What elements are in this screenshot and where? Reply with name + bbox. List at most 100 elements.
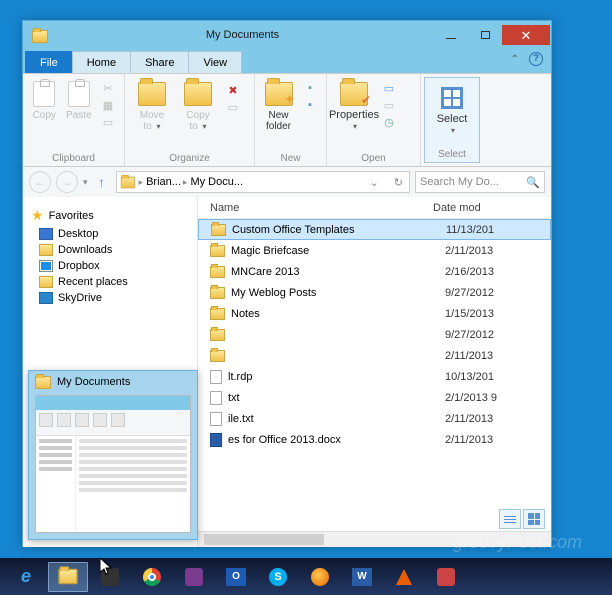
- file-icon: [210, 370, 222, 384]
- desktop-icon: [39, 228, 53, 240]
- recent-icon: [39, 276, 53, 288]
- move-to-button[interactable]: Moveto ▾: [131, 78, 173, 132]
- nav-item-recent[interactable]: Recent places: [31, 274, 197, 290]
- refresh-icon[interactable]: ↻: [388, 176, 409, 189]
- nav-item-dropbox[interactable]: Dropbox: [31, 258, 197, 274]
- address-box[interactable]: ▸ Brian...▸ My Docu... ⌄ ↻: [116, 171, 410, 193]
- file-row[interactable]: Magic Briefcase2/11/2013: [198, 240, 551, 261]
- file-icon: [210, 266, 225, 278]
- properties-button[interactable]: Properties▾: [333, 78, 375, 132]
- taskbar-skype[interactable]: S: [258, 562, 298, 592]
- taskbar-ie[interactable]: e: [6, 562, 46, 592]
- nav-history-icon[interactable]: ▾: [83, 177, 88, 188]
- nav-item-desktop[interactable]: Desktop: [31, 226, 197, 242]
- firefox-icon: [311, 568, 329, 586]
- file-name: MNCare 2013: [231, 266, 299, 278]
- taskbar: e O S W: [0, 558, 612, 595]
- file-name: lt.rdp: [228, 371, 252, 383]
- ie-icon: e: [21, 566, 31, 587]
- new-item-icon[interactable]: ▪: [300, 80, 320, 96]
- horizontal-scrollbar[interactable]: [198, 531, 551, 547]
- window-icon: [29, 26, 51, 48]
- breadcrumb[interactable]: Brian...: [146, 176, 181, 188]
- taskbar-app[interactable]: [90, 562, 130, 592]
- file-row[interactable]: My Weblog Posts9/27/2012: [198, 282, 551, 303]
- minimize-button[interactable]: [434, 25, 468, 45]
- delete-icon[interactable]: ✖: [223, 82, 243, 98]
- file-row[interactable]: es for Office 2013.docx2/11/2013: [198, 429, 551, 450]
- title-bar[interactable]: My Documents ✕: [23, 21, 551, 49]
- tab-share[interactable]: Share: [130, 51, 189, 73]
- taskbar-app3[interactable]: [426, 562, 466, 592]
- cut-icon[interactable]: ✂: [98, 80, 118, 96]
- tab-view[interactable]: View: [188, 51, 242, 73]
- file-row[interactable]: ile.txt2/11/2013: [198, 408, 551, 429]
- file-date: 2/11/2013: [445, 434, 493, 446]
- taskbar-word[interactable]: W: [342, 562, 382, 592]
- nav-item-downloads[interactable]: Downloads: [31, 242, 197, 258]
- file-icon: [211, 224, 226, 236]
- search-input[interactable]: Search My Do... 🔍: [415, 171, 545, 193]
- taskbar-chrome[interactable]: [132, 562, 172, 592]
- app-icon: [185, 568, 203, 586]
- nav-up-button[interactable]: ↑: [93, 174, 111, 190]
- paste-shortcut-icon[interactable]: ▭: [98, 114, 118, 130]
- copy-to-button[interactable]: Copyto ▾: [177, 78, 219, 132]
- folder-icon: [35, 376, 51, 389]
- taskbar-explorer[interactable]: [48, 562, 88, 592]
- file-name: Custom Office Templates: [232, 224, 354, 236]
- app-icon: [101, 568, 119, 586]
- address-bar: ← → ▾ ↑ ▸ Brian...▸ My Docu... ⌄ ↻ Searc…: [23, 167, 551, 197]
- new-folder-button[interactable]: New folder: [261, 78, 296, 132]
- preview-title: My Documents: [57, 376, 130, 388]
- column-headers[interactable]: Name Date mod: [198, 197, 551, 219]
- edit-icon[interactable]: ▭: [379, 97, 399, 113]
- file-row[interactable]: txt2/1/2013 9: [198, 387, 551, 408]
- word-icon: W: [352, 568, 372, 586]
- view-details-button[interactable]: [499, 509, 521, 529]
- rename-icon[interactable]: ▭: [223, 99, 243, 115]
- close-button[interactable]: ✕: [502, 25, 550, 45]
- file-row[interactable]: MNCare 2013 2/16/2013: [198, 261, 551, 282]
- address-dropdown-icon[interactable]: ⌄: [370, 176, 385, 189]
- vlc-icon: [396, 569, 412, 585]
- file-icon: [210, 391, 222, 405]
- file-row[interactable]: Notes1/15/2013: [198, 303, 551, 324]
- tab-file[interactable]: File: [25, 51, 73, 73]
- maximize-button[interactable]: [468, 25, 502, 45]
- taskbar-vlc[interactable]: [384, 562, 424, 592]
- file-row[interactable]: 9/27/2012: [198, 324, 551, 345]
- file-icon: [210, 287, 225, 299]
- help-icon[interactable]: ?: [529, 52, 543, 66]
- file-date: 9/27/2012: [445, 329, 494, 341]
- copy-button[interactable]: Copy: [29, 78, 60, 121]
- taskbar-preview[interactable]: My Documents: [28, 370, 198, 540]
- file-date: 2/16/2013: [445, 266, 494, 278]
- file-row[interactable]: 2/11/2013: [198, 345, 551, 366]
- file-icon: [210, 412, 222, 426]
- taskbar-firefox[interactable]: [300, 562, 340, 592]
- file-row[interactable]: lt.rdp10/13/201: [198, 366, 551, 387]
- breadcrumb[interactable]: My Docu...: [190, 176, 243, 188]
- skydrive-icon: [39, 292, 53, 304]
- file-date: 2/11/2013: [445, 413, 493, 425]
- nav-back-button[interactable]: ←: [29, 171, 51, 193]
- taskbar-app2[interactable]: [174, 562, 214, 592]
- nav-forward-button[interactable]: →: [56, 171, 78, 193]
- outlook-icon: O: [226, 568, 246, 586]
- paste-button[interactable]: Paste: [64, 78, 95, 121]
- nav-item-skydrive[interactable]: SkyDrive: [31, 290, 197, 306]
- open-icon[interactable]: ▭: [379, 80, 399, 96]
- view-icons-button[interactable]: [523, 509, 545, 529]
- history-icon[interactable]: ◷: [379, 114, 399, 130]
- select-button[interactable]: Select▾: [431, 82, 473, 136]
- collapse-ribbon-icon[interactable]: ⌃: [511, 54, 519, 65]
- tab-home[interactable]: Home: [72, 51, 131, 73]
- preview-thumbnail: [35, 395, 191, 533]
- easy-access-icon[interactable]: ▪: [300, 97, 320, 113]
- favorites-section[interactable]: ★Favorites: [31, 205, 197, 226]
- file-row[interactable]: Custom Office Templates11/13/201: [198, 219, 551, 240]
- taskbar-outlook[interactable]: O: [216, 562, 256, 592]
- folder-icon: [120, 176, 134, 188]
- copy-path-icon[interactable]: ▦: [98, 97, 118, 113]
